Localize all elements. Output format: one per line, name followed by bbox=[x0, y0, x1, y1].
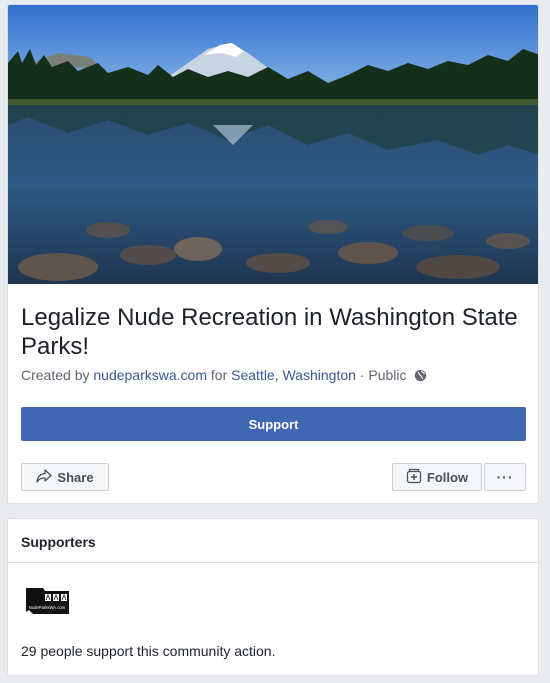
follow-label: Follow bbox=[426, 469, 469, 485]
for-label: for bbox=[210, 367, 228, 383]
meta-line: Created by nudeparkswa.com for Seattle, … bbox=[21, 367, 427, 385]
follow-button[interactable]: Follow bbox=[392, 463, 482, 491]
globe-icon bbox=[414, 369, 427, 385]
supporters-header: Supporters bbox=[8, 519, 538, 563]
share-label: Share bbox=[57, 469, 94, 485]
location-link[interactable]: Seattle, Washington bbox=[231, 367, 356, 383]
share-button[interactable]: Share bbox=[21, 463, 109, 491]
action-card: Legalize Nude Recreation in Washington S… bbox=[7, 4, 539, 504]
support-button[interactable]: Support bbox=[21, 407, 526, 441]
separator: · bbox=[359, 367, 365, 383]
follow-icon bbox=[406, 468, 422, 487]
privacy-label: Public bbox=[368, 367, 407, 383]
supporter-avatar[interactable]: NudeParksWA.com bbox=[23, 586, 71, 618]
supporters-count: 29 people support this community action. bbox=[21, 643, 276, 659]
logo-text: NudeParksWA.com bbox=[29, 605, 66, 610]
created-by-label: Created by bbox=[21, 367, 90, 383]
more-options-button[interactable]: ··· bbox=[484, 463, 526, 491]
cover-photo bbox=[8, 5, 538, 284]
creator-link[interactable]: nudeparkswa.com bbox=[93, 367, 207, 383]
supporters-card: Supporters NudeParksWA.com 29 people sup… bbox=[7, 518, 539, 676]
share-icon bbox=[36, 468, 53, 486]
page-title: Legalize Nude Recreation in Washington S… bbox=[21, 304, 518, 360]
